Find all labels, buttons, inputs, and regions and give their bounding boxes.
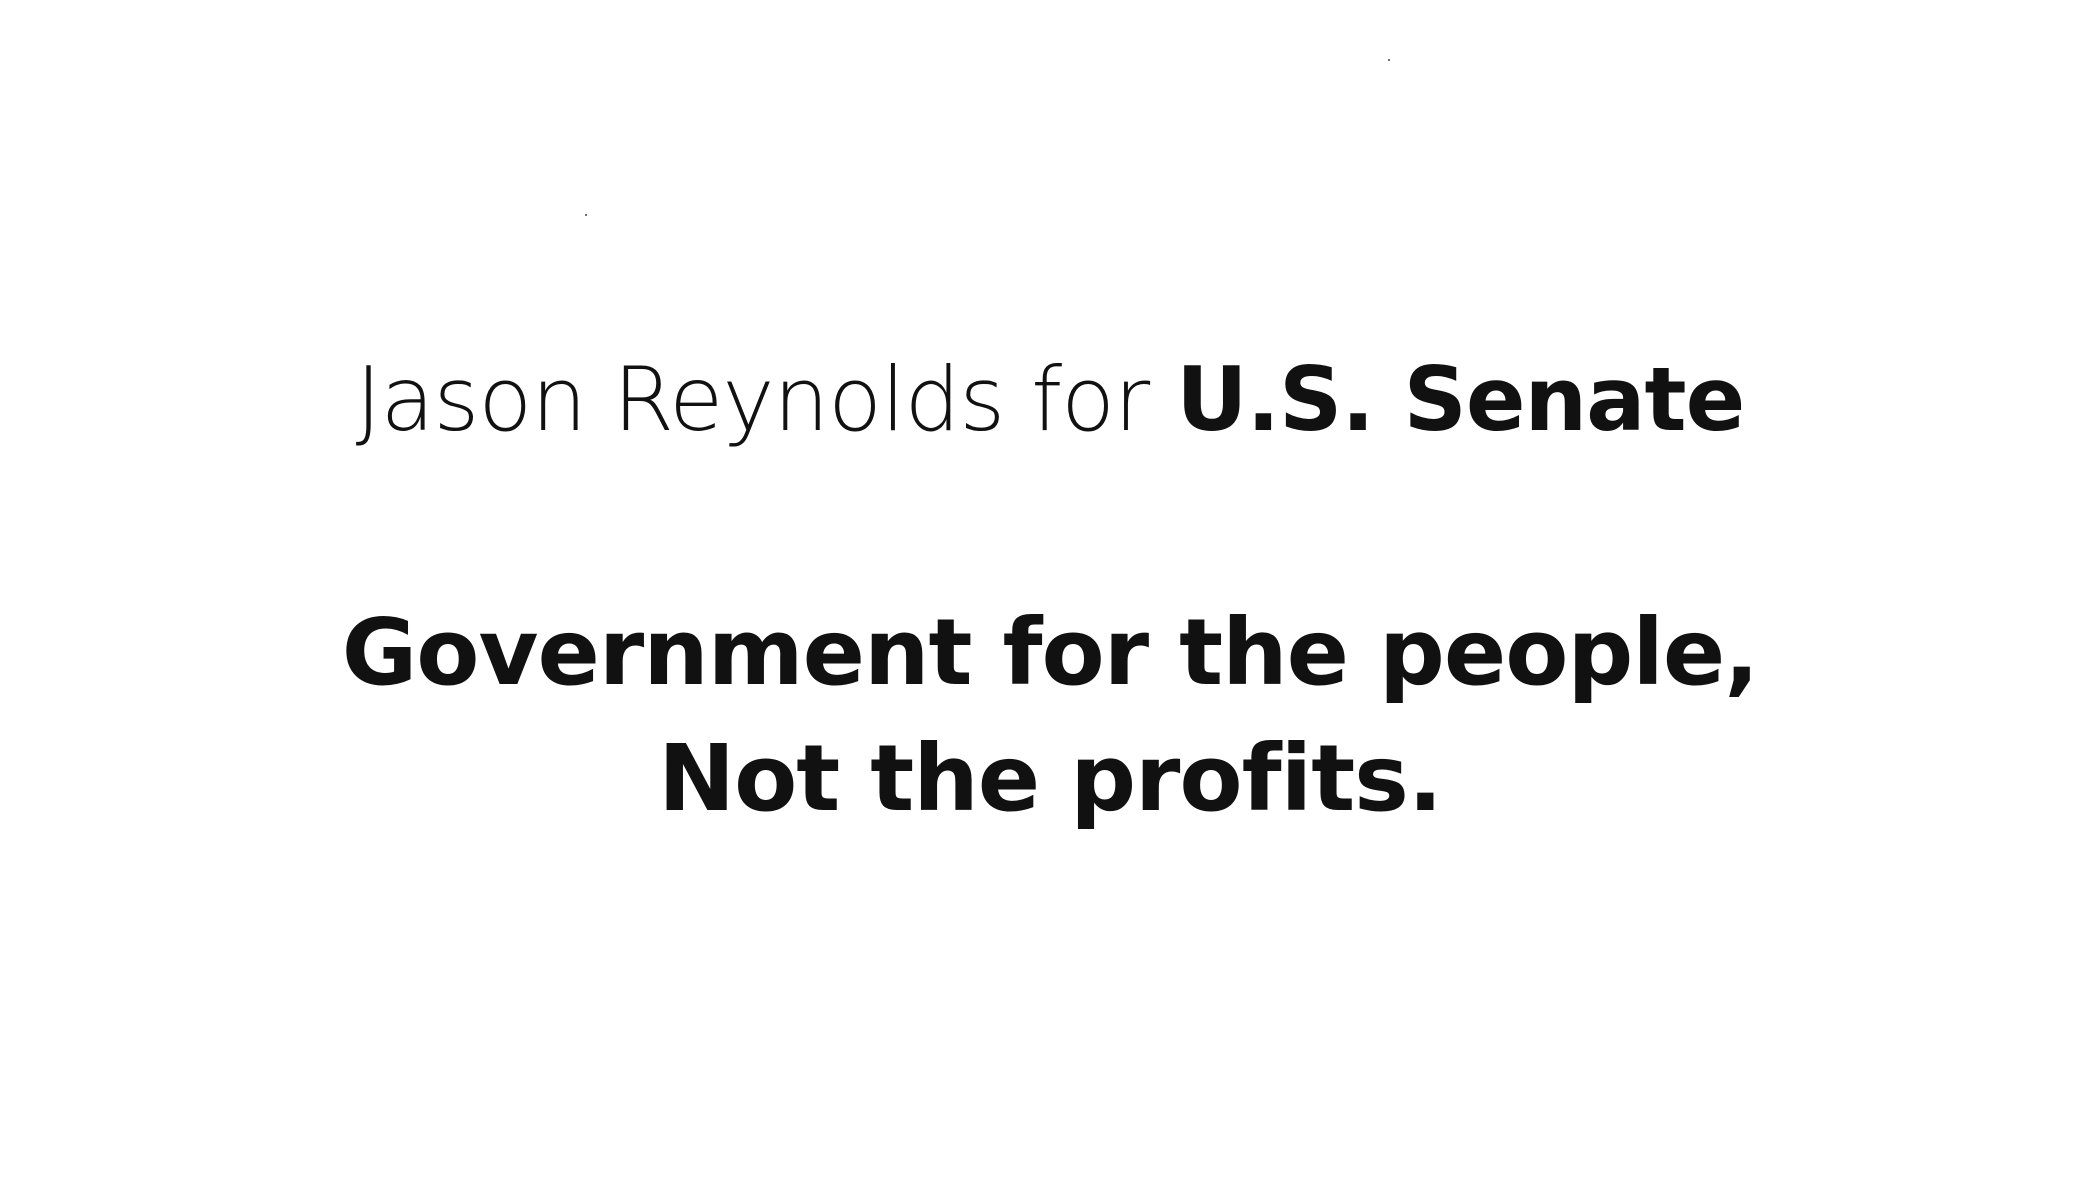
campaign-slide: Jason Reynolds for U.S. Senate Governmen… <box>0 0 2100 1181</box>
campaign-headline: Jason Reynolds for U.S. Senate <box>0 340 2100 460</box>
slogan-line-1: Government for the people, <box>341 599 1759 706</box>
campaign-slogan: Government for the people, Not the profi… <box>0 590 2100 842</box>
dust-speck <box>585 214 587 216</box>
office-title: U.S. Senate <box>1176 348 1745 451</box>
dust-speck <box>1388 59 1390 61</box>
slogan-line-2: Not the profits. <box>658 725 1443 832</box>
candidate-name: Jason Reynolds for <box>355 348 1150 451</box>
